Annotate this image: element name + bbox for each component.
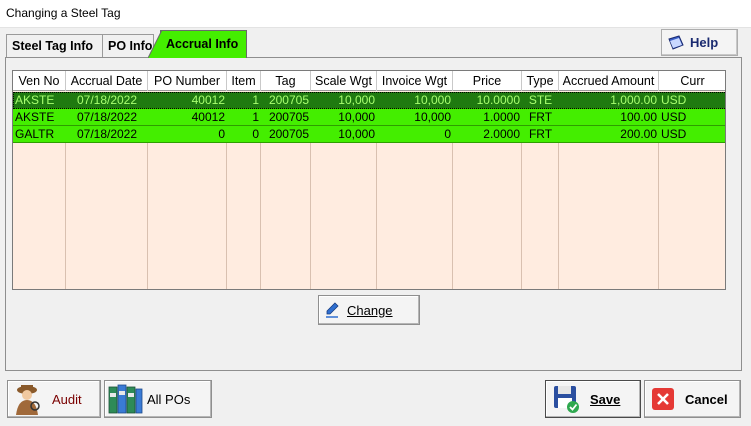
grid-column-line bbox=[558, 143, 559, 289]
save-button[interactable]: Save bbox=[545, 380, 641, 418]
pencil-icon bbox=[326, 302, 339, 318]
col-header-invoice-wgt[interactable]: Invoice Wgt bbox=[377, 71, 453, 91]
cell-price: 2.0000 bbox=[483, 127, 520, 141]
binders-icon bbox=[108, 384, 143, 414]
cell-accrual-date: 07/18/2022 bbox=[76, 110, 138, 124]
cell-po-number: 40012 bbox=[191, 110, 225, 124]
cell-tag: 200705 bbox=[268, 93, 309, 107]
table-row[interactable]: AKSTE 07/18/2022 40012 1 200705 10,000 1… bbox=[13, 109, 725, 126]
cell-invoice-wgt: 10,000 bbox=[414, 93, 451, 107]
cell-price: 10.0000 bbox=[476, 93, 520, 107]
cell-po-number: 40012 bbox=[191, 93, 225, 107]
cell-scale-wgt: 10,000 bbox=[338, 127, 375, 141]
cell-item: 0 bbox=[252, 127, 259, 141]
cell-accrued-amount: 1,000.00 bbox=[610, 93, 657, 107]
cancel-button[interactable]: Cancel bbox=[644, 380, 741, 418]
audit-label: Audit bbox=[52, 391, 82, 407]
tab-po-info[interactable]: PO Info bbox=[102, 34, 154, 58]
cell-tag: 200705 bbox=[268, 127, 309, 141]
cell-ven-no: GALTR bbox=[15, 127, 55, 141]
cell-accrual-date: 07/18/2022 bbox=[76, 93, 138, 107]
grid-column-line bbox=[147, 143, 148, 289]
window-title: Changing a Steel Tag bbox=[0, 0, 751, 28]
cancel-x-icon bbox=[652, 388, 674, 410]
cell-accrual-date: 07/18/2022 bbox=[76, 127, 138, 141]
help-button[interactable]: Help bbox=[661, 29, 738, 56]
cell-curr: USD bbox=[661, 110, 687, 124]
grid-column-line bbox=[521, 143, 522, 289]
detective-icon bbox=[16, 385, 40, 415]
col-header-scale-wgt[interactable]: Scale Wgt bbox=[311, 71, 377, 91]
grid-column-line bbox=[260, 143, 261, 289]
cell-tag: 200705 bbox=[268, 110, 309, 124]
cell-ven-no: AKSTE bbox=[15, 93, 55, 107]
table-row[interactable]: GALTR 07/18/2022 0 0 200705 10,000 0 2.0… bbox=[13, 126, 725, 143]
grid-column-line bbox=[65, 143, 66, 289]
table-row[interactable]: AKSTE 07/18/2022 40012 1 200705 10,000 1… bbox=[13, 92, 725, 109]
tab-steel-tag-info[interactable]: Steel Tag Info bbox=[6, 34, 103, 58]
change-label: Change bbox=[347, 302, 393, 318]
cell-po-number: 0 bbox=[218, 127, 225, 141]
tab-slant-divider bbox=[148, 30, 162, 58]
grid-header: Ven No Accrual Date PO Number Item Tag S… bbox=[13, 71, 725, 91]
audit-button[interactable]: Audit bbox=[7, 380, 101, 418]
tab-accrual-info[interactable]: Accrual Info bbox=[160, 30, 247, 58]
help-book-icon bbox=[668, 34, 684, 50]
cell-accrued-amount: 200.00 bbox=[620, 127, 657, 141]
all-pos-label: All POs bbox=[147, 391, 191, 407]
cell-ven-no: AKSTE bbox=[15, 110, 55, 124]
cell-scale-wgt: 10,000 bbox=[338, 110, 375, 124]
cell-item: 1 bbox=[252, 110, 259, 124]
all-pos-button[interactable]: All POs bbox=[104, 380, 212, 418]
col-header-po-number[interactable]: PO Number bbox=[148, 71, 227, 91]
cell-accrued-amount: 100.00 bbox=[620, 110, 657, 124]
cell-price: 1.0000 bbox=[483, 110, 520, 124]
cell-scale-wgt: 10,000 bbox=[338, 93, 375, 107]
grid-column-line bbox=[452, 143, 453, 289]
grid-column-line bbox=[226, 143, 227, 289]
change-button[interactable]: Change bbox=[318, 295, 420, 325]
col-header-accrued-amount[interactable]: Accrued Amount bbox=[559, 71, 659, 91]
cell-item: 1 bbox=[252, 93, 259, 107]
grid-column-line bbox=[376, 143, 377, 289]
help-label: Help bbox=[690, 35, 719, 50]
grid-column-line bbox=[658, 143, 659, 289]
cell-invoice-wgt: 10,000 bbox=[414, 110, 451, 124]
cell-curr: USD bbox=[661, 93, 687, 107]
col-header-tag[interactable]: Tag bbox=[261, 71, 311, 91]
cell-type: STE bbox=[528, 93, 553, 107]
col-header-type[interactable]: Type bbox=[522, 71, 559, 91]
col-header-ven-no[interactable]: Ven No bbox=[13, 71, 66, 91]
cell-invoice-wgt: 0 bbox=[444, 127, 451, 141]
col-header-accrual-date[interactable]: Accrual Date bbox=[66, 71, 148, 91]
col-header-price[interactable]: Price bbox=[453, 71, 522, 91]
col-header-item[interactable]: Item bbox=[227, 71, 261, 91]
col-header-curr[interactable]: Curr bbox=[659, 71, 725, 91]
grid-column-line bbox=[310, 143, 311, 289]
accrual-grid[interactable]: Ven No Accrual Date PO Number Item Tag S… bbox=[12, 70, 726, 290]
save-label: Save bbox=[590, 391, 621, 407]
save-disk-icon bbox=[554, 386, 579, 413]
cancel-label: Cancel bbox=[685, 391, 728, 407]
cell-curr: USD bbox=[661, 127, 687, 141]
cell-type: FRT bbox=[528, 127, 553, 141]
cell-type: FRT bbox=[528, 110, 553, 124]
